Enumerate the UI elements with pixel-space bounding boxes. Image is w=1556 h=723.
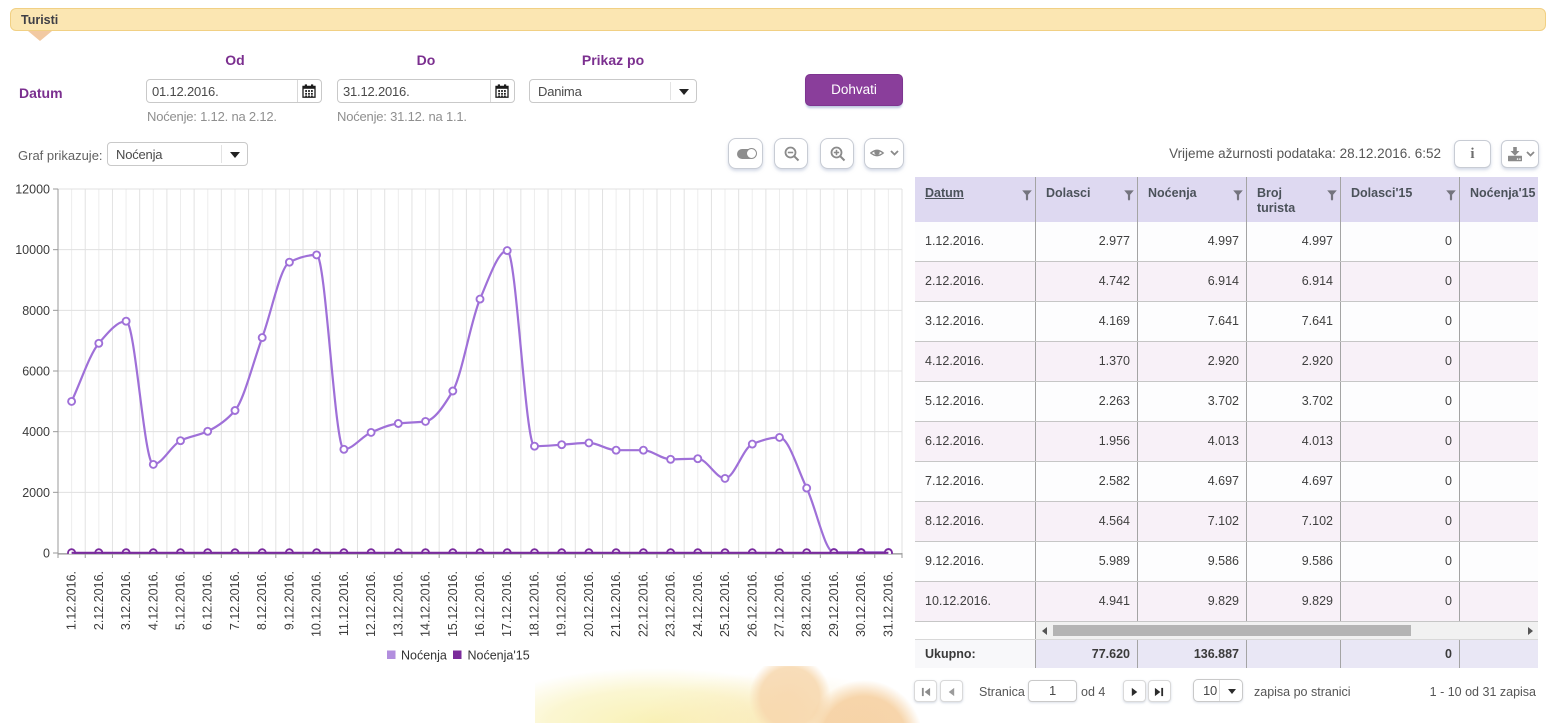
svg-text:10000: 10000 <box>15 243 50 257</box>
svg-text:27.12.2016.: 27.12.2016. <box>773 571 787 637</box>
svg-text:4000: 4000 <box>22 425 50 439</box>
svg-text:6.12.2016.: 6.12.2016. <box>201 571 215 630</box>
svg-text:19.12.2016.: 19.12.2016. <box>555 571 569 637</box>
svg-text:0: 0 <box>43 547 50 561</box>
svg-text:8.12.2016.: 8.12.2016. <box>255 571 269 630</box>
svg-text:20.12.2016.: 20.12.2016. <box>582 571 596 637</box>
svg-text:29.12.2016.: 29.12.2016. <box>827 571 841 637</box>
svg-text:3.12.2016.: 3.12.2016. <box>119 571 133 630</box>
svg-text:11.12.2016.: 11.12.2016. <box>337 571 351 636</box>
svg-text:21.12.2016.: 21.12.2016. <box>609 571 623 637</box>
svg-text:Noćenja'15: Noćenja'15 <box>468 648 530 662</box>
svg-text:1.12.2016.: 1.12.2016. <box>65 571 79 630</box>
svg-text:13.12.2016.: 13.12.2016. <box>391 571 405 637</box>
svg-text:6000: 6000 <box>22 365 50 379</box>
svg-text:24.12.2016.: 24.12.2016. <box>691 571 705 637</box>
svg-text:31.12.2016.: 31.12.2016. <box>881 571 895 637</box>
svg-text:16.12.2016.: 16.12.2016. <box>473 571 487 637</box>
svg-text:23.12.2016.: 23.12.2016. <box>664 571 678 637</box>
svg-text:10.12.2016.: 10.12.2016. <box>310 571 324 637</box>
svg-text:30.12.2016.: 30.12.2016. <box>854 571 868 637</box>
svg-text:12.12.2016.: 12.12.2016. <box>364 571 378 637</box>
svg-text:14.12.2016.: 14.12.2016. <box>419 571 433 637</box>
svg-text:26.12.2016.: 26.12.2016. <box>745 571 759 637</box>
svg-text:5.12.2016.: 5.12.2016. <box>174 571 188 630</box>
svg-text:2000: 2000 <box>22 486 50 500</box>
svg-text:2.12.2016.: 2.12.2016. <box>92 571 106 630</box>
svg-text:18.12.2016.: 18.12.2016. <box>528 571 542 637</box>
svg-text:8000: 8000 <box>22 304 50 318</box>
svg-text:17.12.2016.: 17.12.2016. <box>500 571 514 637</box>
svg-text:25.12.2016.: 25.12.2016. <box>718 571 732 637</box>
svg-text:9.12.2016.: 9.12.2016. <box>282 571 296 630</box>
svg-text:4.12.2016.: 4.12.2016. <box>146 571 160 630</box>
svg-text:15.12.2016.: 15.12.2016. <box>446 571 460 637</box>
svg-text:22.12.2016.: 22.12.2016. <box>636 571 650 637</box>
svg-text:7.12.2016.: 7.12.2016. <box>228 571 242 630</box>
svg-text:12000: 12000 <box>15 183 50 197</box>
svg-text:Noćenja: Noćenja <box>401 648 447 662</box>
svg-text:28.12.2016.: 28.12.2016. <box>800 571 814 637</box>
